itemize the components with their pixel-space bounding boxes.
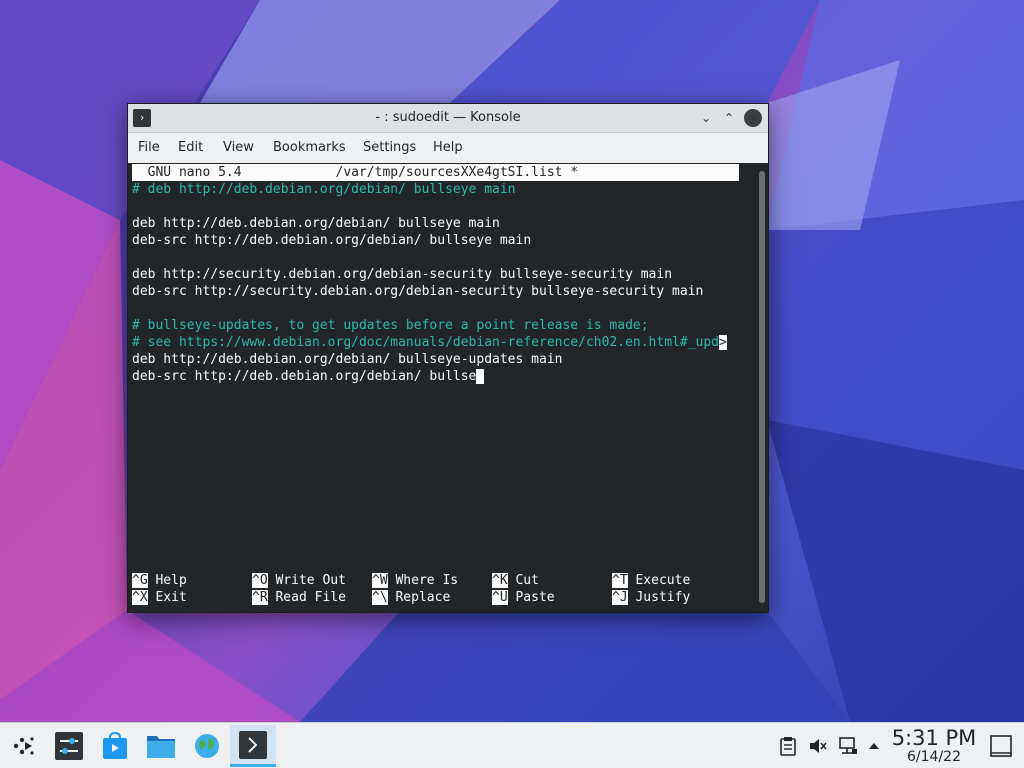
shortcut-key: ^J	[612, 590, 628, 605]
shortcut-label: Help	[155, 573, 187, 588]
shortcut-execute[interactable]: ^T Execute	[612, 572, 690, 589]
clock-time[interactable]: 5:31 PM	[890, 726, 978, 750]
terminal-scrollbar[interactable]	[756, 163, 768, 612]
shortcut-label: Cut	[515, 573, 539, 588]
nano-line-12-text: deb-src http://deb.debian.org/debian/ bu…	[132, 369, 477, 384]
clipboard-icon[interactable]	[778, 736, 798, 756]
shortcut-key: ^W	[372, 573, 388, 588]
system-settings-icon[interactable]	[54, 731, 84, 761]
konsole-terminal-icon	[239, 731, 267, 759]
close-button[interactable]: ✕	[744, 109, 762, 127]
window-title: - : sudoedit — Konsole	[375, 110, 521, 125]
terminal-area[interactable]: GNU nano 5.4 /var/tmp/sourcesXXe4gtSI.li…	[128, 163, 756, 612]
nano-line-10: # see https://www.debian.org/doc/manuals…	[132, 334, 727, 351]
network-wired-icon[interactable]	[838, 736, 858, 756]
shortcut-justify[interactable]: ^J Justify	[612, 589, 690, 606]
menu-settings[interactable]: Settings	[363, 140, 416, 155]
shortcut-key: ^R	[252, 590, 268, 605]
shortcut-label: Replace	[395, 590, 451, 605]
menu-edit[interactable]: Edit	[178, 140, 203, 155]
menu-bookmarks[interactable]: Bookmarks	[273, 140, 346, 155]
nano-line-12: deb-src http://deb.debian.org/debian/ bu…	[132, 368, 485, 385]
overflow-marker: >	[719, 335, 727, 350]
window-titlebar[interactable]: › - : sudoedit — Konsole ⌄ ⌃ ✕	[128, 104, 768, 133]
shortcut-label: Exit	[155, 590, 187, 605]
konsole-window: › - : sudoedit — Konsole ⌄ ⌃ ✕ File Edit…	[127, 103, 769, 613]
shortcut-label: Justify	[635, 590, 691, 605]
shortcut-key: ^T	[612, 573, 628, 588]
tray-expand-arrow-icon[interactable]	[866, 739, 882, 753]
shortcut-paste[interactable]: ^U Paste	[492, 589, 555, 606]
nano-line-6: deb http://security.debian.org/debian-se…	[132, 267, 673, 282]
volume-muted-icon[interactable]	[808, 736, 828, 756]
nano-line-3: deb http://deb.debian.org/debian/ bullse…	[132, 216, 500, 231]
nano-line-11: deb http://deb.debian.org/debian/ bullse…	[132, 352, 563, 367]
shortcut-replace[interactable]: ^\ Replace	[372, 589, 450, 606]
shortcut-read-file[interactable]: ^R Read File	[252, 589, 346, 606]
nano-line-1: # deb http://deb.debian.org/debian/ bull…	[132, 182, 516, 197]
shortcut-key: ^K	[492, 573, 508, 588]
dolphin-folder-icon[interactable]	[146, 731, 176, 761]
shortcut-label: Paste	[515, 590, 555, 605]
scrollbar-thumb[interactable]	[759, 171, 765, 603]
maximize-button[interactable]: ⌃	[720, 109, 738, 127]
menu-file[interactable]: File	[138, 140, 160, 155]
shortcut-key: ^\	[372, 590, 388, 605]
clock-date[interactable]: 6/14/22	[890, 749, 978, 765]
shortcut-write-out[interactable]: ^O Write Out	[252, 572, 346, 589]
web-browser-globe-icon[interactable]	[192, 731, 222, 761]
shortcut-where-is[interactable]: ^W Where Is	[372, 572, 458, 589]
minimize-button[interactable]: ⌄	[697, 109, 715, 127]
shortcut-exit[interactable]: ^X Exit	[132, 589, 187, 606]
shortcut-label: Execute	[635, 573, 691, 588]
shortcut-label: Read File	[275, 590, 346, 605]
menu-help[interactable]: Help	[433, 140, 463, 155]
taskbar-panel: 5:31 PM 6/14/22	[0, 722, 1024, 768]
application-launcher-icon[interactable]	[8, 731, 38, 761]
nano-line-9: # bullseye-updates, to get updates befor…	[132, 318, 649, 333]
shortcut-label: Write Out	[275, 573, 346, 588]
show-desktop-icon[interactable]	[989, 734, 1013, 758]
shortcut-key: ^G	[132, 573, 148, 588]
menubar: File Edit View Bookmarks Settings Help	[128, 133, 768, 163]
nano-line-7: deb-src http://security.debian.org/debia…	[132, 284, 704, 299]
shortcut-key: ^U	[492, 590, 508, 605]
nano-line-10-text: # see https://www.debian.org/doc/manuals…	[132, 335, 719, 350]
menu-view[interactable]: View	[223, 140, 254, 155]
discover-store-icon[interactable]	[100, 731, 130, 761]
text-cursor	[476, 369, 485, 384]
nano-line-4: deb-src http://deb.debian.org/debian/ bu…	[132, 233, 532, 248]
shortcut-label: Where Is	[395, 573, 459, 588]
shortcut-key: ^O	[252, 573, 268, 588]
shortcut-cut[interactable]: ^K Cut	[492, 572, 539, 589]
shortcut-key: ^X	[132, 590, 148, 605]
shortcut-help[interactable]: ^G Help	[132, 572, 187, 589]
nano-header-bar: GNU nano 5.4 /var/tmp/sourcesXXe4gtSI.li…	[132, 164, 739, 181]
konsole-task-button[interactable]	[230, 725, 276, 767]
